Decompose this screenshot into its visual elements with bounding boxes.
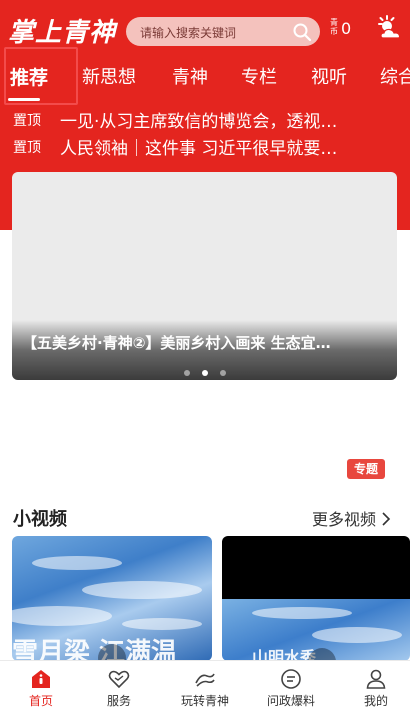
special-topic-badge[interactable]: 专题 [347, 459, 385, 479]
video-overlay-text: 雪月梁 江满温 [12, 638, 178, 661]
carousel-caption: 【五美乡村·青神②】美丽乡村入画来 生态宜… [22, 334, 331, 352]
cloud-shape [12, 606, 112, 626]
more-videos-link[interactable]: 更多视频 [312, 506, 391, 530]
short-video-card[interactable]: 山明水秀 [222, 536, 410, 661]
user-icon [366, 669, 386, 689]
nav-service-label: 服务 [106, 694, 131, 708]
pinned-title: 人民领袖｜这件事 习近平很早就要… [60, 139, 338, 159]
home-icon [32, 670, 50, 688]
search-placeholder: 请输入搜索关键词 [140, 26, 237, 40]
nav-explore[interactable]: 玩转青神 [164, 661, 246, 716]
weather-sun-cloud-icon[interactable] [375, 14, 405, 44]
short-video-card[interactable]: 雪月梁 江满温 [12, 536, 212, 661]
app-logo: 掌上青神 [8, 18, 117, 48]
nav-inquiry[interactable]: 问政爆料 [250, 661, 332, 716]
explore-icon [195, 673, 215, 687]
pinned-item[interactable]: 置顶 人民领袖｜这件事 习近平很早就要… [0, 133, 410, 159]
nav-profile[interactable]: 我的 [335, 661, 410, 716]
cloud-shape [32, 556, 122, 570]
pinned-badge: 置顶 [13, 113, 41, 129]
more-videos-label: 更多视频 [312, 510, 377, 529]
search-bar[interactable]: 请输入搜索关键词 [126, 17, 320, 46]
nav-home-label: 首页 [28, 694, 53, 708]
pinned-badge: 置顶 [13, 140, 41, 156]
carousel-indicator [12, 361, 397, 376]
cloud-shape [122, 618, 202, 630]
cloud-shape [312, 627, 402, 643]
carousel-dot[interactable] [219, 370, 226, 376]
search-icon[interactable] [292, 22, 312, 42]
video-overlay-text: 山明水秀 [252, 648, 317, 661]
tab-comprehensive[interactable]: 综合 [380, 63, 410, 89]
carousel-dot-active[interactable] [201, 370, 208, 376]
chat-icon [281, 669, 301, 689]
coin-label: 青币 [330, 18, 338, 36]
nav-service[interactable]: 服务 [78, 661, 160, 716]
coin-value: 0 [341, 19, 352, 38]
nav-explore-label: 玩转青神 [180, 694, 229, 708]
short-video-section-title: 小视频 [13, 509, 67, 530]
chevron-right-icon [382, 512, 391, 526]
cloud-shape [82, 581, 202, 599]
heart-service-icon [108, 670, 130, 689]
pinned-title: 一见·从习主席致信的博览会，透视… [60, 112, 338, 132]
tab-focus-highlight [4, 47, 78, 105]
pinned-item[interactable]: 置顶 一见·从习主席致信的博览会，透视… [0, 106, 410, 132]
nav-inquiry-label: 问政爆料 [266, 694, 315, 708]
bottom-navigation: 首页 服务 玩转青神 问政爆料 我的 [0, 660, 410, 715]
cloud-shape [252, 607, 352, 619]
nav-home[interactable]: 首页 [0, 661, 82, 716]
headline-carousel[interactable]: 【五美乡村·青神②】美丽乡村入画来 生态宜… [12, 172, 397, 380]
tab-qingshen[interactable]: 青神 [172, 63, 208, 89]
carousel-dot[interactable] [183, 370, 190, 376]
video-letterbox [222, 536, 410, 599]
tab-column[interactable]: 专栏 [241, 63, 277, 89]
tab-audiovisual[interactable]: 视听 [311, 63, 347, 89]
tab-new-thought[interactable]: 新思想 [82, 63, 136, 89]
nav-profile-label: 我的 [363, 694, 388, 708]
